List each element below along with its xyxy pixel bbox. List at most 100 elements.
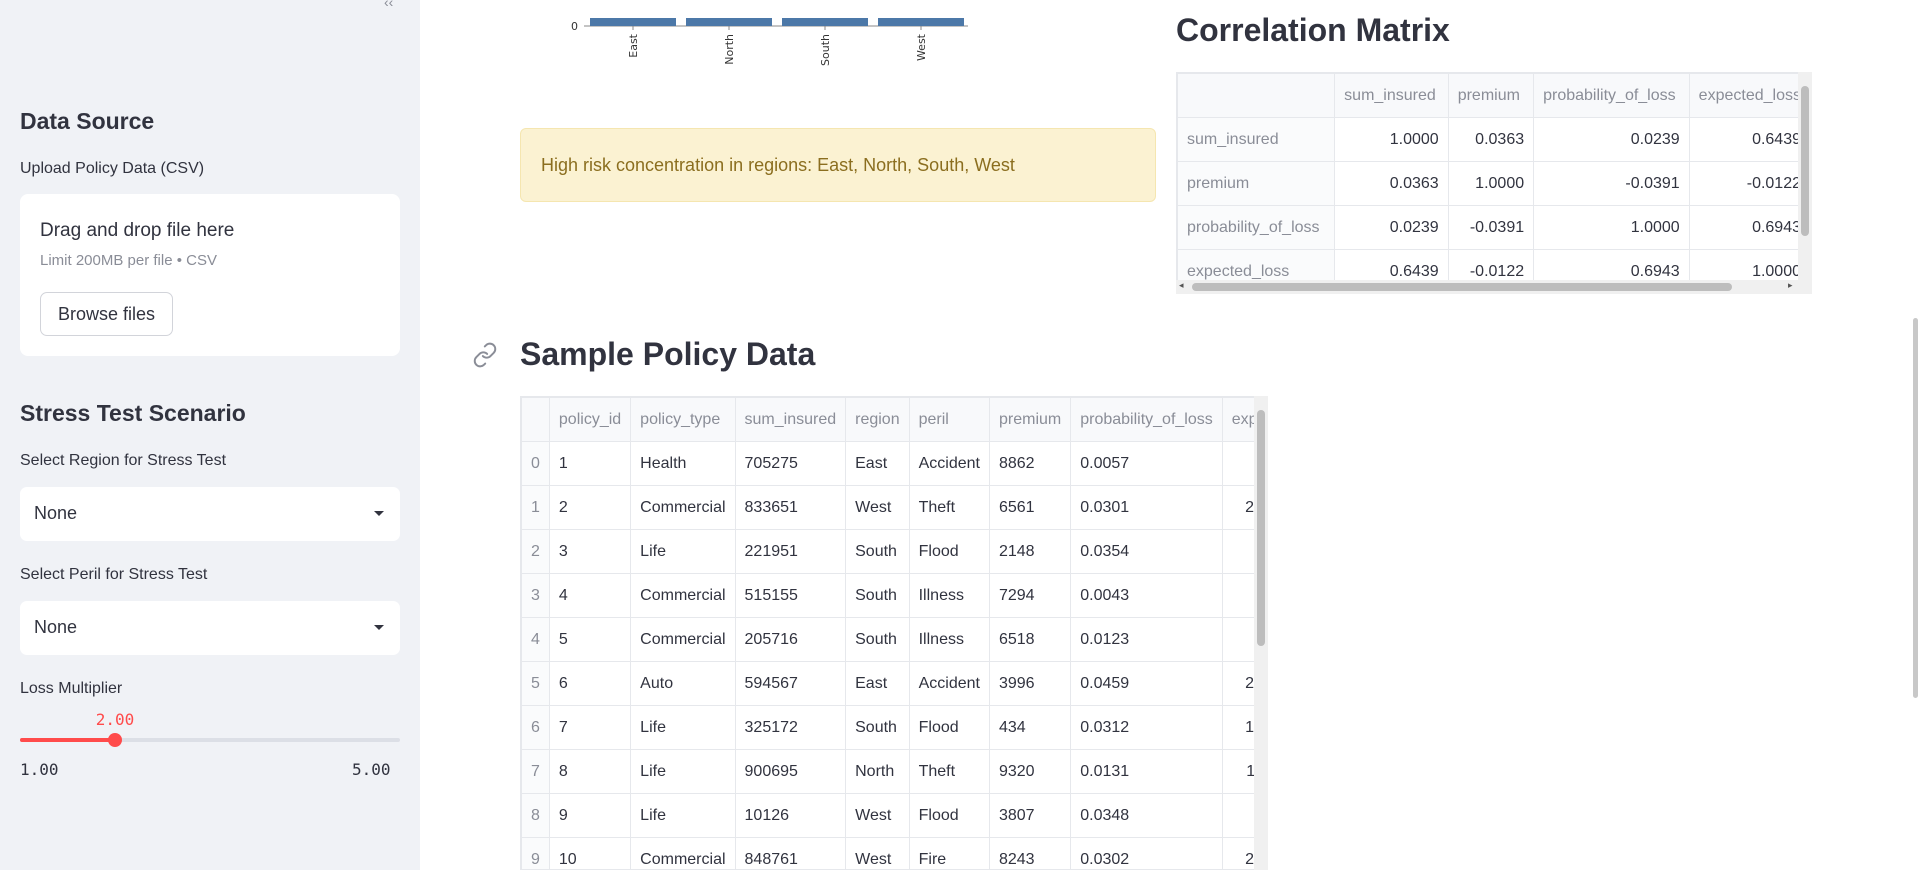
table-cell[interactable]: Flood bbox=[908, 529, 990, 574]
table-cell[interactable]: 8243 bbox=[988, 837, 1072, 869]
page-scrollbar[interactable] bbox=[1913, 318, 1918, 698]
table-cell[interactable]: West bbox=[845, 837, 910, 869]
row-index[interactable]: 3 bbox=[521, 573, 550, 618]
table-cell[interactable]: 221951 bbox=[734, 529, 847, 574]
row-index[interactable]: 6 bbox=[521, 705, 550, 750]
table-cell[interactable]: Accident bbox=[908, 661, 990, 706]
table-cell[interactable]: 5 bbox=[548, 617, 632, 662]
policy-vertical-scrollbar[interactable] bbox=[1254, 396, 1268, 870]
table-cell[interactable]: 0.0302 bbox=[1070, 837, 1223, 869]
table-cell[interactable]: 0.0043 bbox=[1070, 573, 1223, 618]
table-cell[interactable]: Commercial bbox=[630, 617, 736, 662]
table-cell[interactable]: 1 bbox=[548, 441, 632, 486]
table-cell[interactable]: 0.0057 bbox=[1070, 441, 1223, 486]
scrollbar-thumb[interactable] bbox=[1801, 86, 1809, 236]
row-index[interactable]: 7 bbox=[521, 749, 550, 794]
table-cell[interactable]: 6561 bbox=[988, 485, 1072, 530]
table-cell[interactable]: 6 bbox=[548, 661, 632, 706]
table-cell[interactable]: 594567 bbox=[734, 661, 847, 706]
scroll-left-icon[interactable]: ◂ bbox=[1179, 280, 1184, 291]
table-cell[interactable]: 0.0239 bbox=[1334, 205, 1449, 250]
table-cell[interactable]: 0.0123 bbox=[1070, 617, 1223, 662]
table-cell[interactable]: -0.0122 bbox=[1688, 161, 1811, 206]
peril-select[interactable]: None bbox=[20, 601, 400, 655]
row-index[interactable]: 8 bbox=[521, 793, 550, 838]
loss-multiplier-slider[interactable] bbox=[20, 733, 400, 747]
row-index[interactable]: 4 bbox=[521, 617, 550, 662]
table-cell[interactable]: 1.0000 bbox=[1334, 117, 1449, 162]
table-cell[interactable]: South bbox=[845, 573, 910, 618]
table-cell[interactable]: 7294 bbox=[988, 573, 1072, 618]
table-cell[interactable]: -0.0391 bbox=[1447, 205, 1535, 250]
table-cell[interactable]: South bbox=[845, 529, 910, 574]
scrollbar-thumb[interactable] bbox=[1192, 283, 1732, 291]
row-index[interactable]: 9 bbox=[521, 837, 550, 869]
table-cell[interactable]: East bbox=[845, 441, 910, 486]
column-header[interactable]: peril bbox=[908, 397, 990, 442]
table-cell[interactable]: Life bbox=[630, 749, 736, 794]
table-cell[interactable]: East bbox=[845, 661, 910, 706]
table-cell[interactable]: 10126 bbox=[734, 793, 847, 838]
table-cell[interactable]: Theft bbox=[908, 485, 990, 530]
column-header[interactable]: premium bbox=[988, 397, 1072, 442]
table-cell[interactable]: 2 bbox=[548, 485, 632, 530]
table-cell[interactable]: 0.0459 bbox=[1070, 661, 1223, 706]
scrollbar-thumb[interactable] bbox=[1257, 410, 1265, 646]
slider-thumb[interactable] bbox=[108, 733, 122, 747]
table-cell[interactable]: 0.0239 bbox=[1533, 117, 1690, 162]
table-cell[interactable]: 0.0363 bbox=[1334, 161, 1449, 206]
table-cell[interactable]: 0.0354 bbox=[1070, 529, 1223, 574]
table-cell[interactable]: 0.0131 bbox=[1070, 749, 1223, 794]
collapse-sidebar-icon[interactable]: ‹‹ bbox=[384, 0, 393, 10]
browse-files-button[interactable]: Browse files bbox=[40, 292, 173, 336]
table-cell[interactable]: 1.0000 bbox=[1533, 205, 1690, 250]
table-cell[interactable]: 2148 bbox=[988, 529, 1072, 574]
table-cell[interactable]: 0.6943 bbox=[1688, 205, 1811, 250]
table-cell[interactable]: Life bbox=[630, 793, 736, 838]
correlation-horizontal-scrollbar[interactable]: ◂ ▸ bbox=[1176, 280, 1812, 294]
table-cell[interactable]: 3 bbox=[548, 529, 632, 574]
table-cell[interactable]: 1.0000 bbox=[1447, 161, 1535, 206]
column-header[interactable]: policy_id bbox=[548, 397, 632, 442]
table-cell[interactable]: Health bbox=[630, 441, 736, 486]
table-cell[interactable]: 0.0301 bbox=[1070, 485, 1223, 530]
table-cell[interactable]: 900695 bbox=[734, 749, 847, 794]
table-cell[interactable]: South bbox=[845, 617, 910, 662]
table-cell[interactable]: Life bbox=[630, 705, 736, 750]
row-index[interactable]: 5 bbox=[521, 661, 550, 706]
table-cell[interactable]: 848761 bbox=[734, 837, 847, 869]
row-header[interactable]: probability_of_loss bbox=[1177, 205, 1336, 250]
column-header[interactable]: sum_insured bbox=[734, 397, 847, 442]
table-cell[interactable]: Theft bbox=[908, 749, 990, 794]
table-cell[interactable]: 9 bbox=[548, 793, 632, 838]
table-cell[interactable]: 3996 bbox=[988, 661, 1072, 706]
column-header[interactable]: probability_of_loss bbox=[1070, 397, 1223, 442]
table-cell[interactable]: 6518 bbox=[988, 617, 1072, 662]
table-cell[interactable]: Commercial bbox=[630, 485, 736, 530]
table-cell[interactable]: 325172 bbox=[734, 705, 847, 750]
table-cell[interactable]: 705275 bbox=[734, 441, 847, 486]
table-cell[interactable]: 0.0348 bbox=[1070, 793, 1223, 838]
table-cell[interactable]: West bbox=[845, 485, 910, 530]
table-cell[interactable]: 515155 bbox=[734, 573, 847, 618]
region-select[interactable]: None bbox=[20, 487, 400, 541]
column-header[interactable]: probability_of_loss bbox=[1533, 73, 1690, 118]
table-cell[interactable]: 3807 bbox=[988, 793, 1072, 838]
table-cell[interactable]: 8 bbox=[548, 749, 632, 794]
table-cell[interactable]: 10 bbox=[548, 837, 632, 869]
column-header[interactable]: sum_insured bbox=[1334, 73, 1449, 118]
table-cell[interactable]: Auto bbox=[630, 661, 736, 706]
row-index[interactable]: 2 bbox=[521, 529, 550, 574]
table-cell[interactable]: 4 bbox=[548, 573, 632, 618]
table-cell[interactable]: Fire bbox=[908, 837, 990, 869]
table-cell[interactable]: Illness bbox=[908, 617, 990, 662]
correlation-vertical-scrollbar[interactable] bbox=[1798, 72, 1812, 280]
column-header[interactable]: premium bbox=[1447, 73, 1535, 118]
row-header[interactable]: premium bbox=[1177, 161, 1336, 206]
table-cell[interactable]: -0.0391 bbox=[1533, 161, 1690, 206]
row-index[interactable]: 0 bbox=[521, 441, 550, 486]
row-header[interactable]: sum_insured bbox=[1177, 117, 1336, 162]
table-cell[interactable]: 8862 bbox=[988, 441, 1072, 486]
table-cell[interactable]: Accident bbox=[908, 441, 990, 486]
table-cell[interactable]: 833651 bbox=[734, 485, 847, 530]
